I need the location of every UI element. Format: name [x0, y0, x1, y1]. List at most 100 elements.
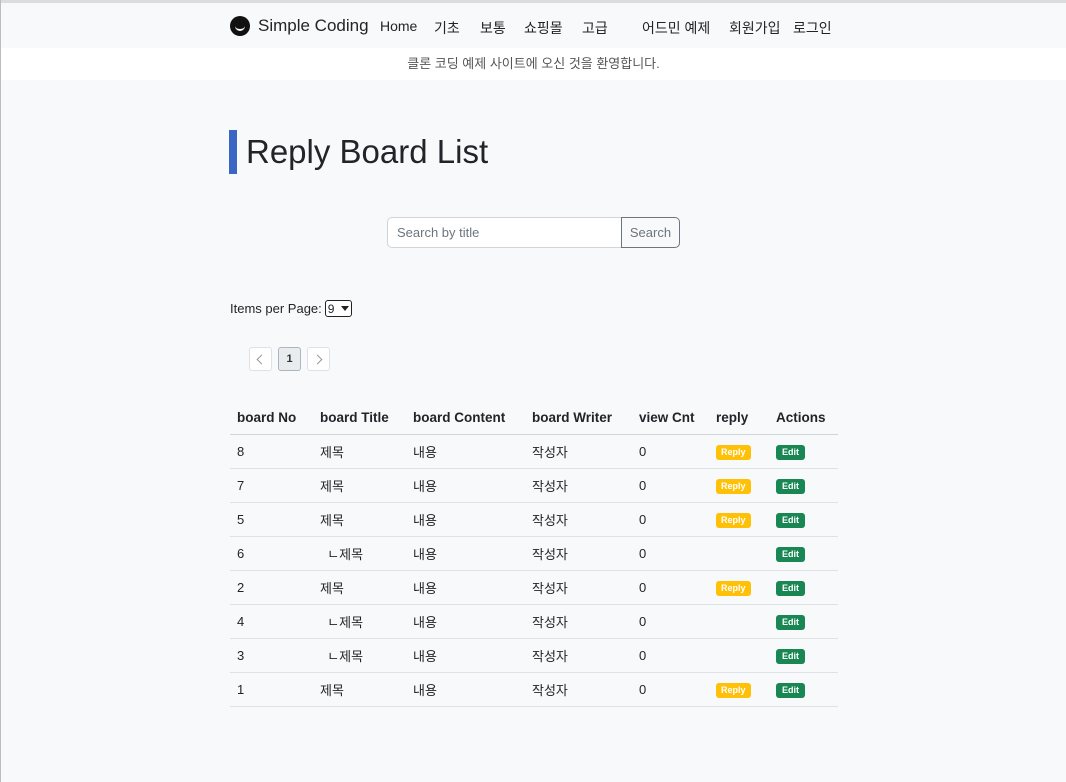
search-form: Search	[387, 217, 680, 248]
cell-board-title[interactable]: ㄴ제목	[313, 536, 406, 571]
reply-button[interactable]: Reply	[716, 479, 751, 494]
cell-view-cnt: 0	[632, 604, 709, 639]
cell-board-writer: 작성자	[525, 604, 632, 639]
cell-board-content: 내용	[406, 638, 525, 673]
header-board-title: board Title	[313, 401, 406, 435]
items-per-page-select[interactable]: 9	[324, 300, 352, 317]
nav-advanced[interactable]: 고급	[582, 18, 608, 38]
cell-actions: Edit	[769, 434, 838, 469]
cell-board-content: 내용	[406, 672, 525, 707]
header-board-content: board Content	[406, 401, 525, 435]
cell-reply: Reply	[709, 672, 769, 707]
nav-normal[interactable]: 보통	[480, 18, 506, 38]
cell-board-no: 8	[230, 434, 313, 469]
brand-logo-icon	[230, 16, 250, 36]
cell-board-title[interactable]: ㄴ제목	[313, 638, 406, 673]
brand-link[interactable]: Simple Coding	[230, 16, 369, 36]
cell-board-title[interactable]: 제목	[313, 468, 406, 503]
nav-home[interactable]: Home	[380, 18, 417, 34]
cell-board-title[interactable]: ㄴ제목	[313, 604, 406, 639]
cell-reply: Reply	[709, 502, 769, 537]
cell-board-title[interactable]: 제목	[313, 434, 406, 469]
header-view-cnt: view Cnt	[632, 401, 709, 435]
page-title: Reply Board List	[246, 133, 489, 170]
table-row: 5 제목 내용 작성자 0 Reply Edit	[230, 502, 838, 537]
edit-button[interactable]: Edit	[776, 683, 805, 698]
cell-view-cnt: 0	[632, 638, 709, 673]
reply-button[interactable]: Reply	[716, 513, 751, 528]
edit-button[interactable]: Edit	[776, 547, 805, 562]
cell-board-title[interactable]: 제목	[313, 672, 406, 707]
cell-board-writer: 작성자	[525, 536, 632, 571]
cell-board-content: 내용	[406, 502, 525, 537]
edit-button[interactable]: Edit	[776, 513, 805, 528]
cell-board-title[interactable]: 제목	[313, 502, 406, 537]
edit-button[interactable]: Edit	[776, 649, 805, 664]
reply-button[interactable]: Reply	[716, 683, 751, 698]
cell-board-content: 내용	[406, 434, 525, 469]
edit-button[interactable]: Edit	[776, 581, 805, 596]
cell-reply	[709, 638, 769, 673]
edit-button[interactable]: Edit	[776, 479, 805, 494]
next-page-button[interactable]	[307, 347, 330, 371]
cell-board-no: 1	[230, 672, 313, 707]
edit-button[interactable]: Edit	[776, 445, 805, 460]
cell-board-writer: 작성자	[525, 638, 632, 673]
cell-reply: Reply	[709, 468, 769, 503]
cell-board-writer: 작성자	[525, 570, 632, 605]
cell-board-writer: 작성자	[525, 672, 632, 707]
nav-shop[interactable]: 쇼핑몰	[524, 18, 563, 38]
edit-button[interactable]: Edit	[776, 615, 805, 630]
reply-button[interactable]: Reply	[716, 445, 751, 460]
table-row: 8 제목 내용 작성자 0 Reply Edit	[230, 434, 838, 469]
cell-view-cnt: 0	[632, 502, 709, 537]
table-row: 3 ㄴ제목 내용 작성자 0 Edit	[230, 638, 838, 673]
header-board-no: board No	[230, 401, 313, 435]
cell-reply: Reply	[709, 434, 769, 469]
cell-board-writer: 작성자	[525, 434, 632, 469]
brand-name: Simple Coding	[258, 16, 369, 35]
table-row: 7 제목 내용 작성자 0 Reply Edit	[230, 468, 838, 503]
cell-board-no: 3	[230, 638, 313, 673]
cell-board-title[interactable]: 제목	[313, 570, 406, 605]
cell-actions: Edit	[769, 570, 838, 605]
pagination: 1	[249, 347, 330, 371]
cell-board-writer: 작성자	[525, 502, 632, 537]
table-row: 6 ㄴ제목 내용 작성자 0 Edit	[230, 536, 838, 571]
items-per-page-label: Items per Page:	[230, 301, 322, 316]
cell-reply: Reply	[709, 570, 769, 605]
table-row: 1 제목 내용 작성자 0 Reply Edit	[230, 672, 838, 707]
search-input[interactable]	[387, 217, 622, 248]
window-left-edge	[0, 0, 1, 782]
cell-actions: Edit	[769, 536, 838, 571]
items-per-page: Items per Page: 9	[230, 300, 352, 317]
chevron-left-icon	[256, 354, 267, 364]
nav-admin[interactable]: 어드민 예제	[642, 18, 710, 38]
header-board-writer: board Writer	[525, 401, 632, 435]
cell-reply	[709, 536, 769, 571]
nav-basic[interactable]: 기초	[434, 18, 460, 38]
page-button-current[interactable]: 1	[278, 347, 301, 371]
header-reply: reply	[709, 401, 769, 435]
cell-view-cnt: 0	[632, 434, 709, 469]
nav-signup[interactable]: 회원가입	[729, 18, 781, 38]
title-accent-bar	[229, 130, 237, 174]
search-button[interactable]: Search	[621, 217, 680, 248]
header-actions: Actions	[769, 401, 838, 435]
prev-page-button[interactable]	[249, 347, 272, 371]
navbar: Simple Coding Home 기초 보통 쇼핑몰 고급 어드민 예제 회…	[1, 3, 1066, 48]
items-per-page-value: 9	[327, 301, 335, 316]
cell-view-cnt: 0	[632, 570, 709, 605]
table-row: 4 ㄴ제목 내용 작성자 0 Edit	[230, 604, 838, 639]
cell-board-writer: 작성자	[525, 468, 632, 503]
cell-board-content: 내용	[406, 536, 525, 571]
reply-button[interactable]: Reply	[716, 581, 751, 596]
cell-board-content: 내용	[406, 468, 525, 503]
page-heading: Reply Board List	[229, 130, 488, 174]
nav-login[interactable]: 로그인	[793, 18, 832, 38]
cell-actions: Edit	[769, 502, 838, 537]
cell-board-no: 7	[230, 468, 313, 503]
chevron-down-icon	[340, 306, 349, 311]
cell-board-content: 내용	[406, 570, 525, 605]
chevron-right-icon	[312, 354, 323, 364]
